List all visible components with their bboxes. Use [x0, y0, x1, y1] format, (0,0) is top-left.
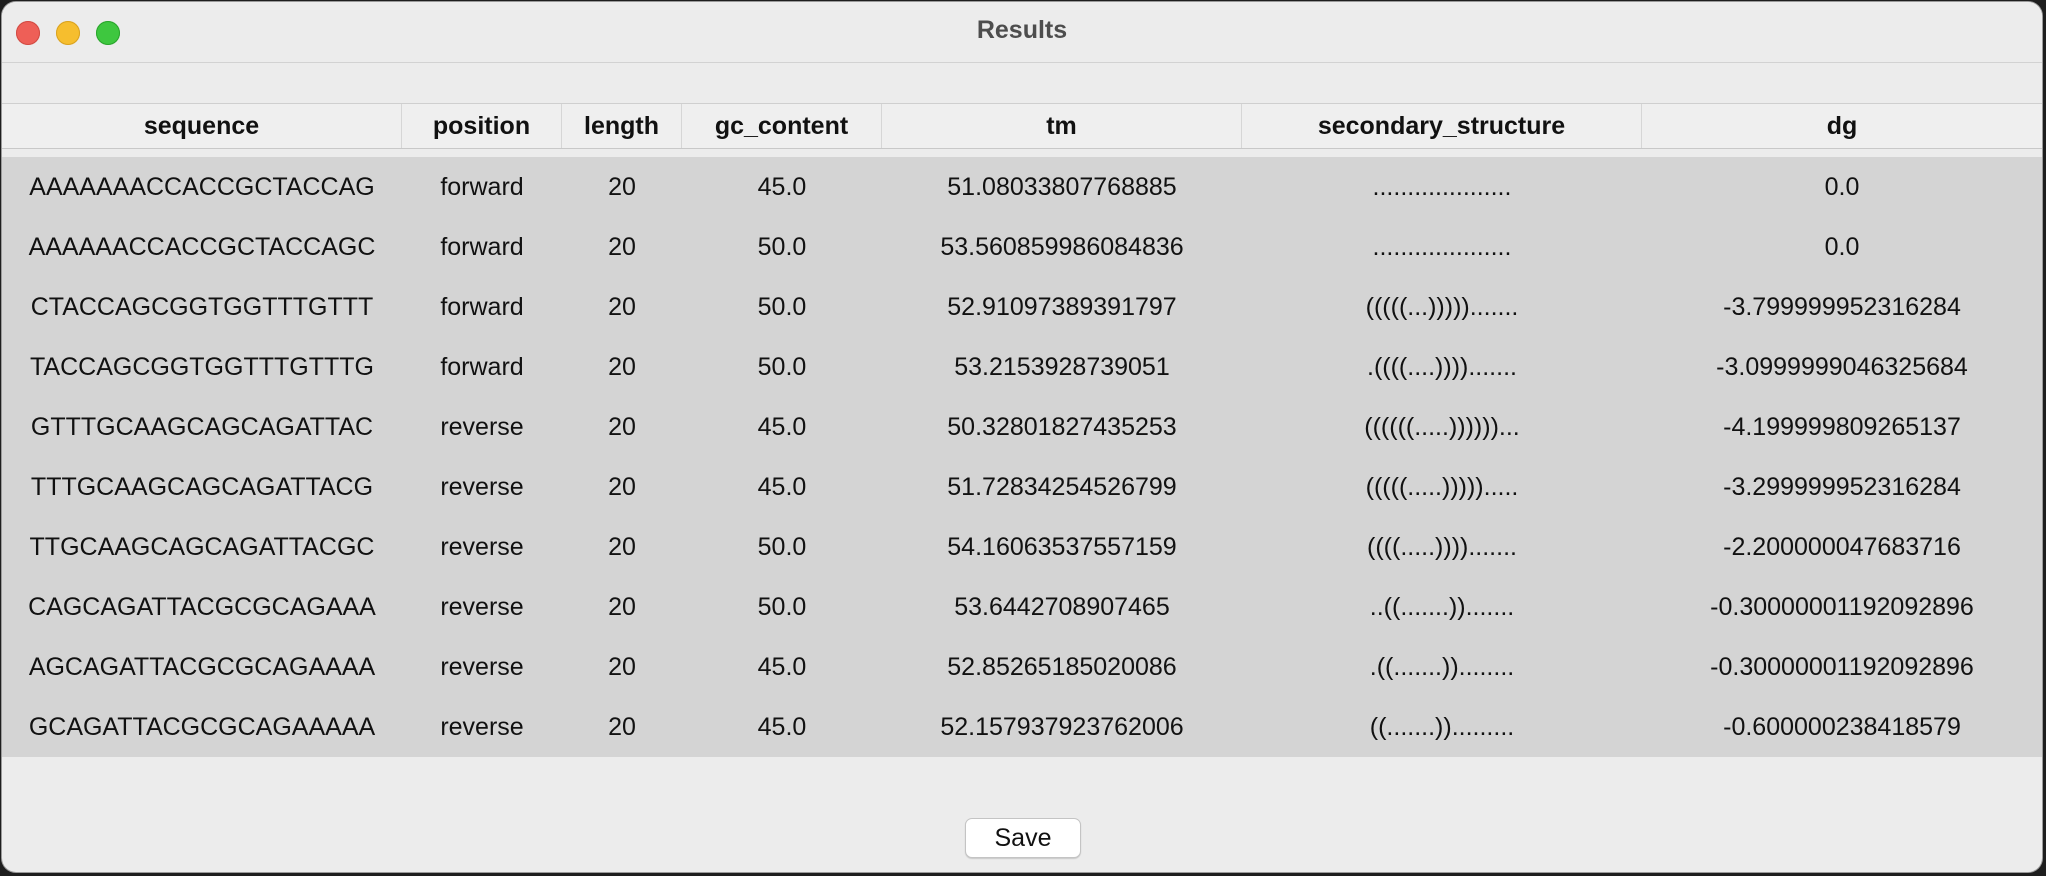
- cell-length: 20: [608, 713, 636, 741]
- cell-secondary-structure: ....................: [1372, 173, 1512, 201]
- table-row[interactable]: GTTTGCAAGCAGCAGATTAC reverse 20 45.0 50.3280…: [2, 397, 2042, 457]
- cell-gc-content: 50.0: [757, 233, 807, 261]
- cell-secondary-structure: ....................: [1372, 233, 1512, 261]
- cell-sequence: GTTTGCAAGCAGCAGATTAC: [30, 413, 374, 441]
- cell-gc-content: 45.0: [757, 413, 807, 441]
- column-header-tm[interactable]: tm: [882, 104, 1242, 148]
- cell-length: 20: [608, 353, 636, 381]
- cell-position: forward: [440, 353, 524, 381]
- table-row[interactable]: AGCAGATTACGCGCAGAAAA reverse 20 45.0 52.8526…: [2, 637, 2042, 697]
- column-header-dg[interactable]: dg: [1642, 104, 2042, 148]
- cell-sequence: AAAAAAACCACCGCTACCAG: [29, 173, 375, 201]
- cell-position: reverse: [440, 653, 524, 681]
- table-row[interactable]: TTTGCAAGCAGCAGATTACG reverse 20 45.0 51.7283…: [2, 457, 2042, 517]
- cell-position: forward: [440, 173, 524, 201]
- cell-dg: -3.299999952316284: [1723, 473, 1961, 501]
- table-row[interactable]: TACCAGCGGTGGTTTGTTTG forward 20 50.0 53.2153…: [2, 337, 2042, 397]
- table-row[interactable]: AAAAAACCACCGCTACCAGC forward 20 50.0 53.5608…: [2, 217, 2042, 277]
- cell-gc-content: 50.0: [757, 293, 807, 321]
- cell-sequence: AGCAGATTACGCGCAGAAAA: [28, 653, 376, 681]
- cell-sequence: TACCAGCGGTGGTTTGTTTG: [30, 353, 374, 381]
- cell-tm: 51.72834254526799: [947, 473, 1177, 501]
- cell-tm: 53.560859986084836: [940, 233, 1184, 261]
- cell-dg: 0.0: [1824, 173, 1860, 201]
- table-row[interactable]: GCAGATTACGCGCAGAAAAA reverse 20 45.0 52.1579…: [2, 697, 2042, 757]
- cell-tm: 50.32801827435253: [947, 413, 1177, 441]
- cell-secondary-structure: ((((.....)))).......: [1367, 533, 1517, 561]
- save-button[interactable]: Save: [965, 818, 1081, 858]
- cell-sequence: TTTGCAAGCAGCAGATTACG: [30, 473, 374, 501]
- results-window: Results sequence position length gc_cont…: [2, 2, 2042, 872]
- toolbar-strip: [2, 63, 2042, 104]
- cell-secondary-structure: .((((....)))).......: [1367, 353, 1517, 381]
- cell-tm: 52.157937923762006: [940, 713, 1184, 741]
- cell-length: 20: [608, 293, 636, 321]
- cell-tm: 52.85265185020086: [947, 653, 1177, 681]
- cell-position: forward: [440, 293, 524, 321]
- cell-tm: 52.91097389391797: [947, 293, 1177, 321]
- cell-length: 20: [608, 413, 636, 441]
- cell-sequence: AAAAAACCACCGCTACCAGC: [28, 233, 376, 261]
- cell-tm: 54.16063537557159: [947, 533, 1177, 561]
- cell-gc-content: 45.0: [757, 653, 807, 681]
- cell-secondary-structure: ((.......)).........: [1369, 713, 1515, 741]
- cell-dg: -0.30000001192092896: [1710, 593, 1974, 621]
- cell-dg: -4.199999809265137: [1723, 413, 1961, 441]
- cell-sequence: CTACCAGCGGTGGTTTGTTT: [30, 293, 374, 321]
- table-row[interactable]: CAGCAGATTACGCGCAGAAA reverse 20 50.0 53.6442…: [2, 577, 2042, 637]
- cell-dg: -3.0999999046325684: [1716, 353, 1968, 381]
- table-row[interactable]: CTACCAGCGGTGGTTTGTTT forward 20 50.0 52.9109…: [2, 277, 2042, 337]
- cell-gc-content: 45.0: [757, 173, 807, 201]
- window-title: Results: [976, 16, 1068, 44]
- cell-length: 20: [608, 593, 636, 621]
- cell-position: reverse: [440, 593, 524, 621]
- cell-length: 20: [608, 533, 636, 561]
- cell-dg: -0.30000001192092896: [1710, 653, 1974, 681]
- cell-gc-content: 50.0: [757, 533, 807, 561]
- cell-dg: -0.600000238418579: [1723, 713, 1961, 741]
- cell-tm: 51.08033807768885: [947, 173, 1177, 201]
- cell-gc-content: 45.0: [757, 473, 807, 501]
- cell-position: reverse: [440, 713, 524, 741]
- cell-secondary-structure: .((.......))........: [1369, 653, 1515, 681]
- table-header: sequence position length gc_content tm s…: [2, 104, 2042, 149]
- cell-length: 20: [608, 653, 636, 681]
- cell-sequence: CAGCAGATTACGCGCAGAAA: [28, 593, 376, 621]
- table-row[interactable]: TTGCAAGCAGCAGATTACGC reverse 20 50.0 54.1606…: [2, 517, 2042, 577]
- title-bar[interactable]: Results: [2, 2, 2042, 63]
- cell-position: reverse: [440, 413, 524, 441]
- cell-gc-content: 45.0: [757, 713, 807, 741]
- cell-tm: 53.6442708907465: [954, 593, 1170, 621]
- cell-secondary-structure: (((((...))))).......: [1365, 293, 1519, 321]
- cell-dg: -3.799999952316284: [1723, 293, 1961, 321]
- cell-length: 20: [608, 233, 636, 261]
- cell-tm: 53.2153928739051: [954, 353, 1170, 381]
- cell-secondary-structure: (((((.....))))).....: [1365, 473, 1519, 501]
- column-header-secondary-structure[interactable]: secondary_structure: [1242, 104, 1642, 148]
- column-header-sequence[interactable]: sequence: [2, 104, 402, 148]
- cell-length: 20: [608, 473, 636, 501]
- cell-length: 20: [608, 173, 636, 201]
- column-header-gc-content[interactable]: gc_content: [682, 104, 882, 148]
- cell-secondary-structure: ..((.......)).......: [1369, 593, 1515, 621]
- column-header-position[interactable]: position: [402, 104, 562, 148]
- cell-secondary-structure: ((((((.....))))))...: [1364, 413, 1520, 441]
- column-header-length[interactable]: length: [562, 104, 682, 148]
- cell-gc-content: 50.0: [757, 353, 807, 381]
- cell-position: forward: [440, 233, 524, 261]
- cell-position: reverse: [440, 533, 524, 561]
- table-row[interactable]: AAAAAAACCACCGCTACCAG forward 20 45.0 51.0803…: [2, 157, 2042, 217]
- cell-dg: 0.0: [1824, 233, 1860, 261]
- results-table-body: AAAAAAACCACCGCTACCAG forward 20 45.0 51.0803…: [2, 157, 2042, 757]
- cell-dg: -2.200000047683716: [1723, 533, 1961, 561]
- cell-sequence: GCAGATTACGCGCAGAAAAA: [28, 713, 376, 741]
- cell-gc-content: 50.0: [757, 593, 807, 621]
- cell-position: reverse: [440, 473, 524, 501]
- cell-sequence: TTGCAAGCAGCAGATTACGC: [29, 533, 375, 561]
